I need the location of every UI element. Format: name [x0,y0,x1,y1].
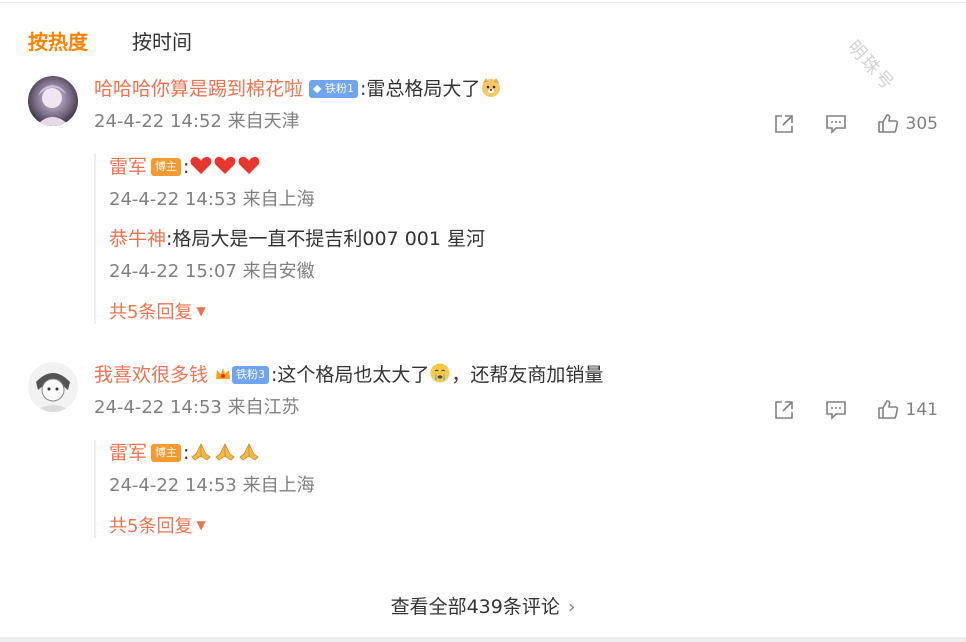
comment-time: 24-4-22 14:52 [94,111,222,132]
username[interactable]: 雷军 [109,156,147,178]
praying-hands-icon [239,443,260,461]
reply-location: 来自上海 [242,475,315,496]
reply-meta: 24-4-22 14:53 来自上海 [109,188,485,212]
reply-text: :格局大是一直不提吉利007 001 星河 [166,228,486,250]
reply-list: 雷军 博主: 24-4-22 14:53 来自上海 恭牛神:格局大是一直不提吉利0… [94,154,485,324]
reply-content: 雷军 博主: [109,154,485,180]
more-replies-link[interactable]: 共5条回复 ▼ [109,512,206,538]
like-count: 141 [905,400,938,420]
top-divider [0,2,966,3]
comment-actions: 305 [744,112,938,136]
reply-location: 来自上海 [242,189,315,210]
username[interactable]: 雷军 [109,442,147,464]
fan-badge: 铁粉3 [232,366,270,384]
reply-time: 24-4-22 14:53 [109,475,237,496]
more-replies-label: 共5条回复 [109,302,193,323]
reply-meta: 24-4-22 14:53 来自上海 [109,474,315,498]
praying-hands-icon [191,443,212,461]
reply-item: 雷军 博主: 24-4-22 14:53 来自上海 [109,154,485,212]
reply-list: 雷军 博主: 24-4-22 14:53 来自上海 共5条回复 ▼ [94,440,315,538]
caret-down-icon: ▼ [196,518,206,532]
like-icon [877,114,898,133]
praying-hands-icon [215,443,236,461]
share-icon [774,115,793,133]
comment-icon [825,401,846,420]
view-all-comments-link[interactable]: 查看全部439条评论 › [0,592,966,619]
comment-content: 哈哈哈你算是踢到棉花啦 ◆ 铁粉1:雷总格局大了 [94,76,938,102]
reply-time: 24-4-22 14:53 [109,189,237,210]
reply-item: 恭牛神:格局大是一直不提吉利007 001 星河 24-4-22 15:07 来… [109,226,485,284]
view-all-label: 查看全部439条评论 [390,596,560,618]
like-button[interactable]: 305 [876,112,938,136]
comment-text-after: ，还帮友商加销量 [451,364,604,386]
reply-time: 24-4-22 15:07 [109,261,237,282]
like-count: 305 [905,114,938,134]
username[interactable]: 哈哈哈你算是踢到棉花啦 [94,78,303,100]
comment-time: 24-4-22 14:53 [94,397,222,418]
heart-icon [239,156,260,174]
chevron-right-icon: › [567,596,576,618]
blogger-badge: 博主 [151,444,182,462]
tab-sort-by-time[interactable]: 按时间 [132,26,192,55]
avatar[interactable] [28,76,78,126]
crying-face-icon [430,363,450,383]
comment-location: 来自江苏 [227,397,300,418]
like-button[interactable]: 141 [876,398,938,422]
comment-actions: 141 [744,398,938,422]
comment-location: 来自天津 [227,111,300,132]
heart-icon [215,156,236,174]
more-replies-link[interactable]: 共5条回复 ▼ [109,298,206,324]
heart-icon [191,156,212,174]
username[interactable]: 恭牛神 [109,228,166,250]
comment-text: :这个格局也太大了 [271,364,430,386]
crown-icon [216,368,231,379]
blogger-badge: 博主 [151,158,182,176]
share-button[interactable] [772,112,796,136]
reply-location: 来自安徽 [242,261,315,282]
more-replies-label: 共5条回复 [109,516,193,537]
comment-content: 我喜欢很多钱 铁粉3:这个格局也太大了 ，还帮友商加销量 [94,362,938,388]
reply-item: 雷军 博主: 24-4-22 14:53 来自上海 [109,440,315,498]
comment-icon [825,115,846,134]
bottom-divider [0,637,966,642]
reply-content: 恭牛神:格局大是一直不提吉利007 001 星河 [109,226,485,252]
like-icon [877,400,898,419]
doge-face-icon [482,78,501,97]
reply-meta: 24-4-22 15:07 来自安徽 [109,260,485,284]
sort-tabs: 按热度 按时间 [28,26,192,55]
fan-badge: ◆ 铁粉1 [309,80,358,98]
comment-text: :雷总格局大了 [359,78,481,100]
avatar[interactable] [28,362,78,412]
share-button[interactable] [772,398,796,422]
reply-content: 雷军 博主: [109,440,315,466]
username[interactable]: 我喜欢很多钱 [94,364,208,386]
reply-button[interactable] [824,112,848,136]
caret-down-icon: ▼ [196,304,206,318]
share-icon [774,401,793,419]
reply-button[interactable] [824,398,848,422]
tab-sort-by-hot[interactable]: 按热度 [28,26,88,55]
